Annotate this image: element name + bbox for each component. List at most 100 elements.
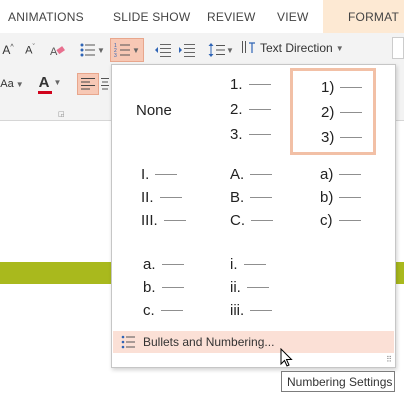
list-item: iii. <box>230 302 273 319</box>
font-color-button[interactable]: A ▼ <box>34 71 66 97</box>
ribbon-tabs: ANIMATIONS SLIDE SHOW REVIEW VIEW FORMAT <box>0 0 404 33</box>
line-placeholder <box>161 264 184 265</box>
line-placeholder <box>339 174 362 175</box>
list-marker: II. <box>141 189 154 206</box>
list-marker: 1. <box>230 76 243 93</box>
line-placeholder <box>250 310 273 311</box>
tab-view[interactable]: VIEW <box>277 10 308 24</box>
change-case-button[interactable]: Aa ▼ <box>0 73 24 95</box>
decrease-indent-button[interactable] <box>152 39 174 61</box>
increase-indent-button[interactable] <box>176 39 198 61</box>
numbering-arabic-paren[interactable]: 1) 2) 3) <box>290 68 376 155</box>
line-placeholder <box>246 287 269 288</box>
tab-review[interactable]: REVIEW <box>207 10 256 24</box>
list-item: a. <box>143 256 184 273</box>
numbering-button[interactable]: 1 2 3 ▼ <box>110 38 144 62</box>
shrink-font-button[interactable]: Aˇ <box>20 39 40 61</box>
align-center-button[interactable] <box>100 73 110 95</box>
eraser-icon: A <box>50 46 65 58</box>
chevron-down-icon: ▼ <box>15 79 24 89</box>
line-placeholder <box>248 134 271 135</box>
clear-formatting-button[interactable]: A <box>46 39 68 61</box>
list-marker: 3) <box>321 129 335 146</box>
numbering-roman-lower[interactable]: i. ii. iii. <box>207 251 291 333</box>
chevron-down-icon: ▼ <box>53 78 62 87</box>
line-placeholder <box>155 174 178 175</box>
bullet-list-icon <box>121 335 135 349</box>
tab-slide-show[interactable]: SLIDE SHOW <box>113 10 190 24</box>
dialog-launcher-icon[interactable]: ◲ <box>58 110 65 118</box>
list-item: III. <box>141 212 186 229</box>
bullets-and-numbering-label: Bullets and Numbering... <box>143 335 275 349</box>
list-marker: a. <box>143 256 156 273</box>
change-case-label: Aa <box>0 78 14 90</box>
list-marker: i. <box>230 256 238 273</box>
list-marker: I. <box>141 166 150 183</box>
chevron-down-icon: ▼ <box>335 43 344 53</box>
line-spacing-icon <box>208 43 226 57</box>
line-placeholder <box>339 197 362 198</box>
list-marker: A. <box>230 166 245 183</box>
line-placeholder <box>160 310 183 311</box>
line-placeholder <box>250 174 273 175</box>
line-spacing-button[interactable]: ▼ <box>206 39 236 61</box>
list-marker: 2) <box>321 104 335 121</box>
list-item: ii. <box>230 279 269 296</box>
list-item: B. <box>230 189 273 206</box>
text-direction-label: Text Direction <box>260 41 333 55</box>
line-placeholder <box>248 109 271 110</box>
line-placeholder <box>161 287 184 288</box>
list-item: i. <box>230 256 266 273</box>
line-placeholder <box>251 220 273 221</box>
svg-text:A: A <box>50 46 58 58</box>
list-marker: 1) <box>321 79 335 96</box>
list-marker: b) <box>320 189 334 206</box>
list-marker: c. <box>143 302 155 319</box>
list-marker: a) <box>320 166 334 183</box>
numbering-arabic-period[interactable]: 1. 2. 3. <box>207 70 291 152</box>
bullets-button[interactable]: ▼ <box>76 39 108 61</box>
numbering-none[interactable]: None <box>118 70 202 152</box>
line-placeholder <box>340 137 363 138</box>
align-left-icon <box>81 78 95 90</box>
grow-font-button[interactable]: A^ <box>0 39 16 61</box>
list-marker: c) <box>320 212 333 229</box>
list-item: 3) <box>321 129 363 146</box>
font-color-bar <box>38 91 52 94</box>
list-item: 1) <box>321 79 363 96</box>
numbering-roman-upper[interactable]: I. II. III. <box>118 161 202 243</box>
list-item: c) <box>320 212 361 229</box>
text-direction-icon <box>242 41 255 53</box>
mouse-cursor-icon <box>280 348 293 367</box>
font-color-letter: A <box>38 74 50 91</box>
numbering-alpha-lower-period[interactable]: a. b. c. <box>118 251 202 333</box>
chevron-down-icon: ▼ <box>226 45 234 55</box>
shape-thumbnail[interactable] <box>392 37 404 59</box>
list-item: c. <box>143 302 183 319</box>
list-item: I. <box>141 166 178 183</box>
tab-format[interactable]: FORMAT <box>323 0 404 33</box>
resize-grip-icon[interactable]: ⠿ <box>386 355 392 364</box>
bullets-and-numbering-button[interactable]: Bullets and Numbering... <box>113 331 394 353</box>
chevron-down-icon: ▼ <box>132 45 140 55</box>
list-item: 1. <box>230 76 271 93</box>
list-marker: 2. <box>230 101 243 118</box>
list-marker: III. <box>141 212 158 229</box>
text-direction-button[interactable]: Text Direction ▼ <box>241 37 345 59</box>
svg-text:3: 3 <box>114 53 117 58</box>
chevron-down-icon: ▼ <box>97 45 105 55</box>
list-item: C. <box>230 212 273 229</box>
none-label: None <box>136 102 172 119</box>
align-left-button-active[interactable] <box>77 73 99 95</box>
numbering-alpha-lower-paren[interactable]: a) b) c) <box>296 161 380 243</box>
tab-animations[interactable]: ANIMATIONS <box>8 10 84 24</box>
line-placeholder <box>250 197 273 198</box>
numbering-alpha-upper[interactable]: A. B. C. <box>207 161 291 243</box>
list-marker: B. <box>230 189 245 206</box>
tooltip: Numbering Settings <box>281 371 395 392</box>
line-placeholder <box>163 220 186 221</box>
list-marker: b. <box>143 279 156 296</box>
list-item: 3. <box>230 126 271 143</box>
list-item: a) <box>320 166 362 183</box>
list-item: b) <box>320 189 362 206</box>
